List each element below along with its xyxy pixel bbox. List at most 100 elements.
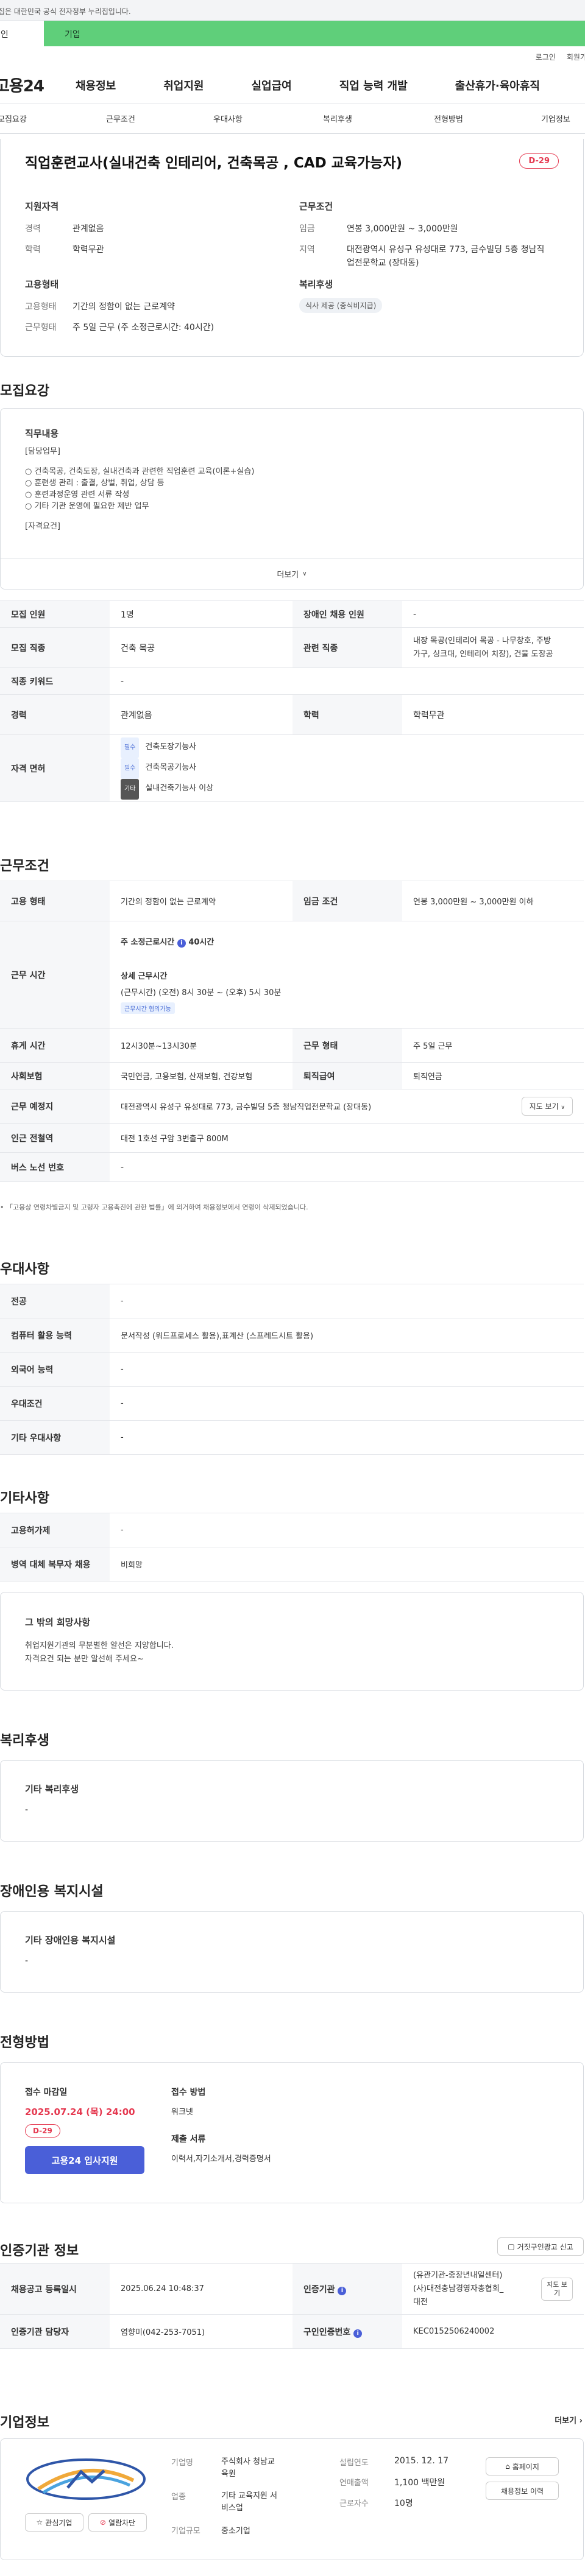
history-button[interactable]: 채용정보 이력: [486, 2482, 559, 2500]
subnav-item-selection[interactable]: 전형방법: [434, 113, 541, 124]
company-name-label: 기업명: [171, 2458, 193, 2468]
company-info-right: 설립연도 2015. 12. 17 연매출액 1,100 백만원 근로자수 10명: [339, 2456, 473, 2509]
place-label: 근무 예정지: [0, 1089, 110, 1124]
pref-label: 우대조건: [0, 1386, 110, 1421]
wish-text: 취업지원기관의 무분별한 알선은 지양합니다. 자격요건 되는 분만 알선해 주세…: [25, 1641, 174, 1664]
dday-badge: D-29: [25, 2124, 60, 2138]
work-value: 주 5일 근무 (주 소정근로시간: 40시간): [73, 323, 214, 333]
company-more-link[interactable]: 더보기 ›: [555, 2414, 583, 2426]
count-value: 1명: [110, 600, 292, 628]
edu-label: 학력: [25, 245, 41, 255]
pref-section-title: 우대사항: [0, 1262, 49, 1277]
cert-map-button[interactable]: 지도 보기: [541, 2277, 573, 2301]
report-button[interactable]: ▢ 거짓구인광고 신고: [497, 2237, 584, 2256]
wage-value: 연봉 3,000만원 ~ 3,000만원: [347, 224, 458, 234]
subnav-item-work[interactable]: 근무조건: [106, 113, 213, 124]
company-sales-value: 1,100 백만원: [394, 2478, 445, 2488]
region-label: 지역: [299, 245, 315, 255]
deadline-group: 접수 마감일 2025.07.24 (목) 24:00 D-29 고용24 입사…: [25, 2086, 144, 2174]
method-label: 접수 방법: [171, 2088, 206, 2097]
home-icon: ⌂: [505, 2462, 510, 2471]
subnav-item-company[interactable]: 기업정보: [541, 113, 570, 124]
related-value: 내장 목공(인테리어 목공 - 나무창호, 주방 가구, 싱크대, 인테리어 치장…: [402, 627, 584, 668]
company-industry-label: 업종: [171, 2493, 186, 2502]
subway-label: 인근 전철역: [0, 1123, 110, 1153]
homepage-button[interactable]: ⌂ 홈페이지: [486, 2457, 559, 2476]
work-emp-value: 기간의 정함이 없는 근로계약: [110, 881, 292, 921]
company-box: ☆ 관심기업 ⊘ 열람차단 기업명 주식회사 청남교 육원 업종 기타 교육지원 서 비스업…: [0, 2438, 584, 2560]
cert-section-title: 인증기관 정보: [0, 2243, 79, 2259]
other-section-title: 기타사항: [0, 1491, 49, 1506]
work-table: 고용 형태 기간의 정함이 없는 근로계약 임금 조건 연봉 3,000만원 ~ 3,…: [0, 881, 584, 1182]
other-value: 비희망: [110, 1547, 584, 1582]
more-button[interactable]: 더보기 ∨: [1, 558, 583, 589]
pref-label: 전공: [0, 1284, 110, 1318]
map-button[interactable]: 지도 보기 ∨: [521, 1097, 573, 1116]
site-logo[interactable]: 고용24: [0, 74, 73, 96]
cert-date-value: 2025.06.24 10:48:37: [110, 2263, 292, 2315]
other-label: 병역 대체 복무자 채용: [0, 1547, 110, 1582]
job-description-box: 직무내용 [담당업무] ○ 건축목공, 건축도장, 실내건축과 관련한 직업훈련…: [0, 408, 584, 589]
chevron-right-icon: ›: [579, 2416, 583, 2426]
disabled-label: 장애인 채용 인원: [292, 600, 402, 628]
apply-button[interactable]: 고용24 입사지원: [25, 2146, 144, 2174]
wage-label: 임금: [299, 224, 315, 234]
work-wage-value: 연봉 3,000만원 ~ 3,000만원 이하: [402, 881, 584, 921]
info-icon[interactable]: i: [353, 2329, 363, 2338]
pref-value: -: [110, 1284, 584, 1318]
pref-value: -: [110, 1420, 584, 1455]
license-item: 필수 건축도장기능사: [121, 737, 573, 758]
company-logo-image: [26, 2458, 146, 2500]
cert-org-value: (유관기관-중장년내일센터) (사)대전충남경영자총협회_ 대전: [413, 2270, 504, 2307]
info-icon[interactable]: i: [338, 2286, 347, 2295]
login-link[interactable]: 로그인: [536, 52, 556, 62]
gnb-item-leave[interactable]: 출산휴가·육아휴직: [455, 77, 540, 93]
cert-staff-value: 염향미(042-253-7051): [110, 2314, 292, 2349]
pref-table: 전공 - 컴퓨터 활용 능력 문서작성 (워드프로세스 활용),표계산 (스프레드시…: [0, 1284, 584, 1455]
license-item: 필수 건축목공기능사: [121, 758, 573, 779]
disabled-value: -: [402, 600, 584, 628]
disabled-section-title: 장애인용 복지시설: [0, 1884, 104, 1899]
related-label: 관련 직종: [292, 627, 402, 668]
subnav-item-welfare[interactable]: 복리후생: [323, 113, 434, 124]
tab-business[interactable]: 기업: [44, 21, 585, 46]
place-value-cell: 대전광역시 유성구 유성대로 773, 금수빌딩 5층 청남직업전문학교 (장대…: [110, 1089, 584, 1124]
cert-staff-label: 인증기관 담당자: [0, 2314, 110, 2349]
edu-value: 학력무관: [73, 245, 104, 255]
block-company-button[interactable]: ⊘ 열람차단: [88, 2513, 147, 2532]
gnb-item-employment-support[interactable]: 취업지원: [163, 77, 204, 93]
work-time-sub: 상세 근무시간: [121, 972, 168, 981]
employment-group: 고용형태 고용형태 기간의 정함이 없는 근로계약 근무형태 주 5일 근무 (주 …: [25, 278, 281, 334]
gnb-item-unemployment[interactable]: 실업급여: [252, 77, 292, 93]
join-link[interactable]: 회원가입: [567, 52, 585, 62]
welfare-section-title: 복리후생: [0, 1733, 49, 1748]
favorite-company-button[interactable]: ☆ 관심기업: [25, 2513, 83, 2532]
work-emp-label: 고용 형태: [0, 881, 110, 921]
company-staff-label: 근로자수: [339, 2499, 369, 2508]
cert-org-value-cell: (유관기관-중장년내일센터) (사)대전충남경영자총협회_ 대전 지도 보기: [402, 2263, 584, 2315]
retire-value: 퇴직연금: [402, 1062, 584, 1089]
dday-badge: D-29: [519, 153, 559, 169]
work-time-tag: 근무시간 협의가능: [121, 1002, 175, 1014]
pref-label: 외국어 능력: [0, 1352, 110, 1387]
deadline-label: 접수 마감일: [25, 2088, 68, 2097]
emp-label: 고용형태: [25, 302, 57, 312]
count-label: 모집 인원: [0, 600, 110, 628]
company-industry-value: 기타 교육지원 서 비스업: [221, 2491, 277, 2513]
shape-value: 주 5일 근무: [402, 1028, 584, 1063]
docs-value: 이력서,자기소개서,경력증명서: [171, 2155, 271, 2164]
gnb-item-jobs[interactable]: 채용정보: [76, 77, 116, 93]
utility-menu: 로그인 회원가입: [0, 46, 585, 67]
subnav-item-recruit[interactable]: 모집요강: [0, 113, 106, 124]
info-icon[interactable]: i: [177, 939, 186, 948]
docs-label: 제출 서류: [171, 2134, 206, 2144]
subnav-item-pref[interactable]: 우대사항: [213, 113, 323, 124]
recruit-table: 모집 인원 1명 장애인 채용 인원 - 모집 직종 건축 목공 관련 직종 내장 목공(인…: [0, 600, 584, 802]
job-description-title: 직무내용: [25, 428, 59, 439]
gnb-item-training[interactable]: 직업 능력 개발: [339, 77, 408, 93]
company-staff-value: 10명: [394, 2499, 413, 2508]
company-scale-value: 중소기업: [221, 2527, 250, 2536]
tab-individual[interactable]: 개인: [0, 21, 44, 46]
career-row-label: 경력: [0, 694, 110, 735]
chevron-down-icon: ∨: [561, 1105, 565, 1111]
